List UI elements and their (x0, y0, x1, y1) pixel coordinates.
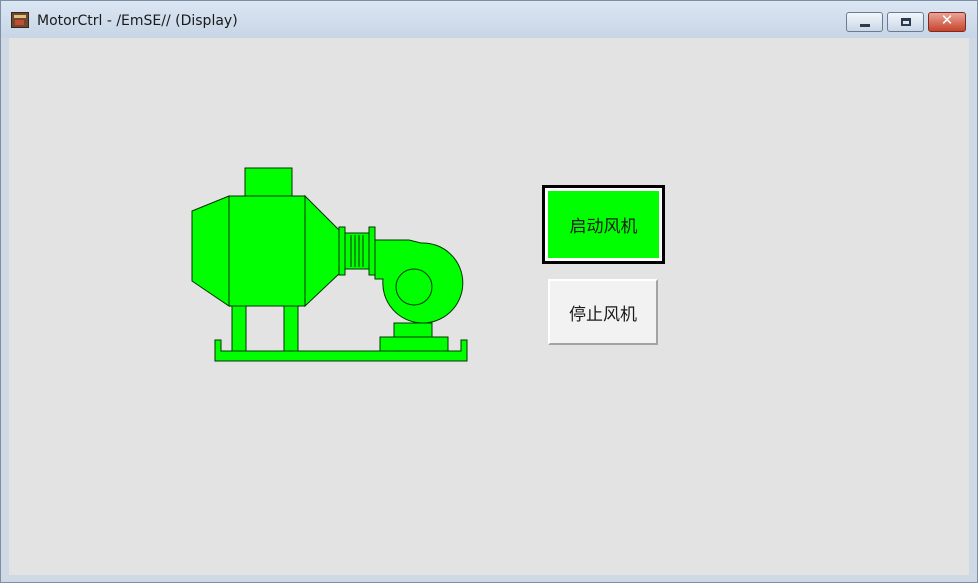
close-button[interactable]: ✕ (928, 11, 966, 32)
flange-right (368, 226, 376, 276)
minimize-icon (860, 24, 870, 27)
motor-leg-right (283, 302, 299, 352)
stop-fan-button[interactable]: 停止风机 (548, 279, 658, 345)
start-fan-button-face: 启动风机 (548, 191, 659, 258)
maximize-button[interactable] (887, 12, 924, 32)
fan-inlet (395, 268, 433, 306)
minimize-button[interactable] (846, 12, 883, 32)
title-bar[interactable]: MotorCtrl - /EmSE// (Display) ✕ (1, 1, 977, 38)
app-icon[interactable] (11, 12, 29, 28)
flexible-connector (344, 232, 370, 270)
motor-body (228, 195, 306, 307)
close-icon: ✕ (940, 11, 954, 29)
start-fan-button[interactable]: 启动风机 (542, 185, 665, 264)
stop-fan-label: 停止风机 (569, 304, 637, 325)
maximize-icon (901, 18, 911, 26)
window-title: MotorCtrl - /EmSE// (Display) (37, 13, 238, 29)
fan-stand (393, 322, 433, 338)
flange-left (338, 226, 346, 276)
motor-front-cap (191, 195, 230, 307)
start-fan-label: 启动风机 (569, 217, 638, 237)
app-window: MotorCtrl - /EmSE// (Display) ✕ 启动风机 停止风… (0, 0, 978, 583)
motor-leg-left (231, 302, 247, 352)
duct-taper (304, 194, 343, 308)
fan-motor-graphic[interactable] (189, 163, 479, 363)
fan-base-plate (379, 336, 449, 352)
display-area: 启动风机 停止风机 (9, 38, 969, 575)
motor-top-box (244, 167, 293, 197)
